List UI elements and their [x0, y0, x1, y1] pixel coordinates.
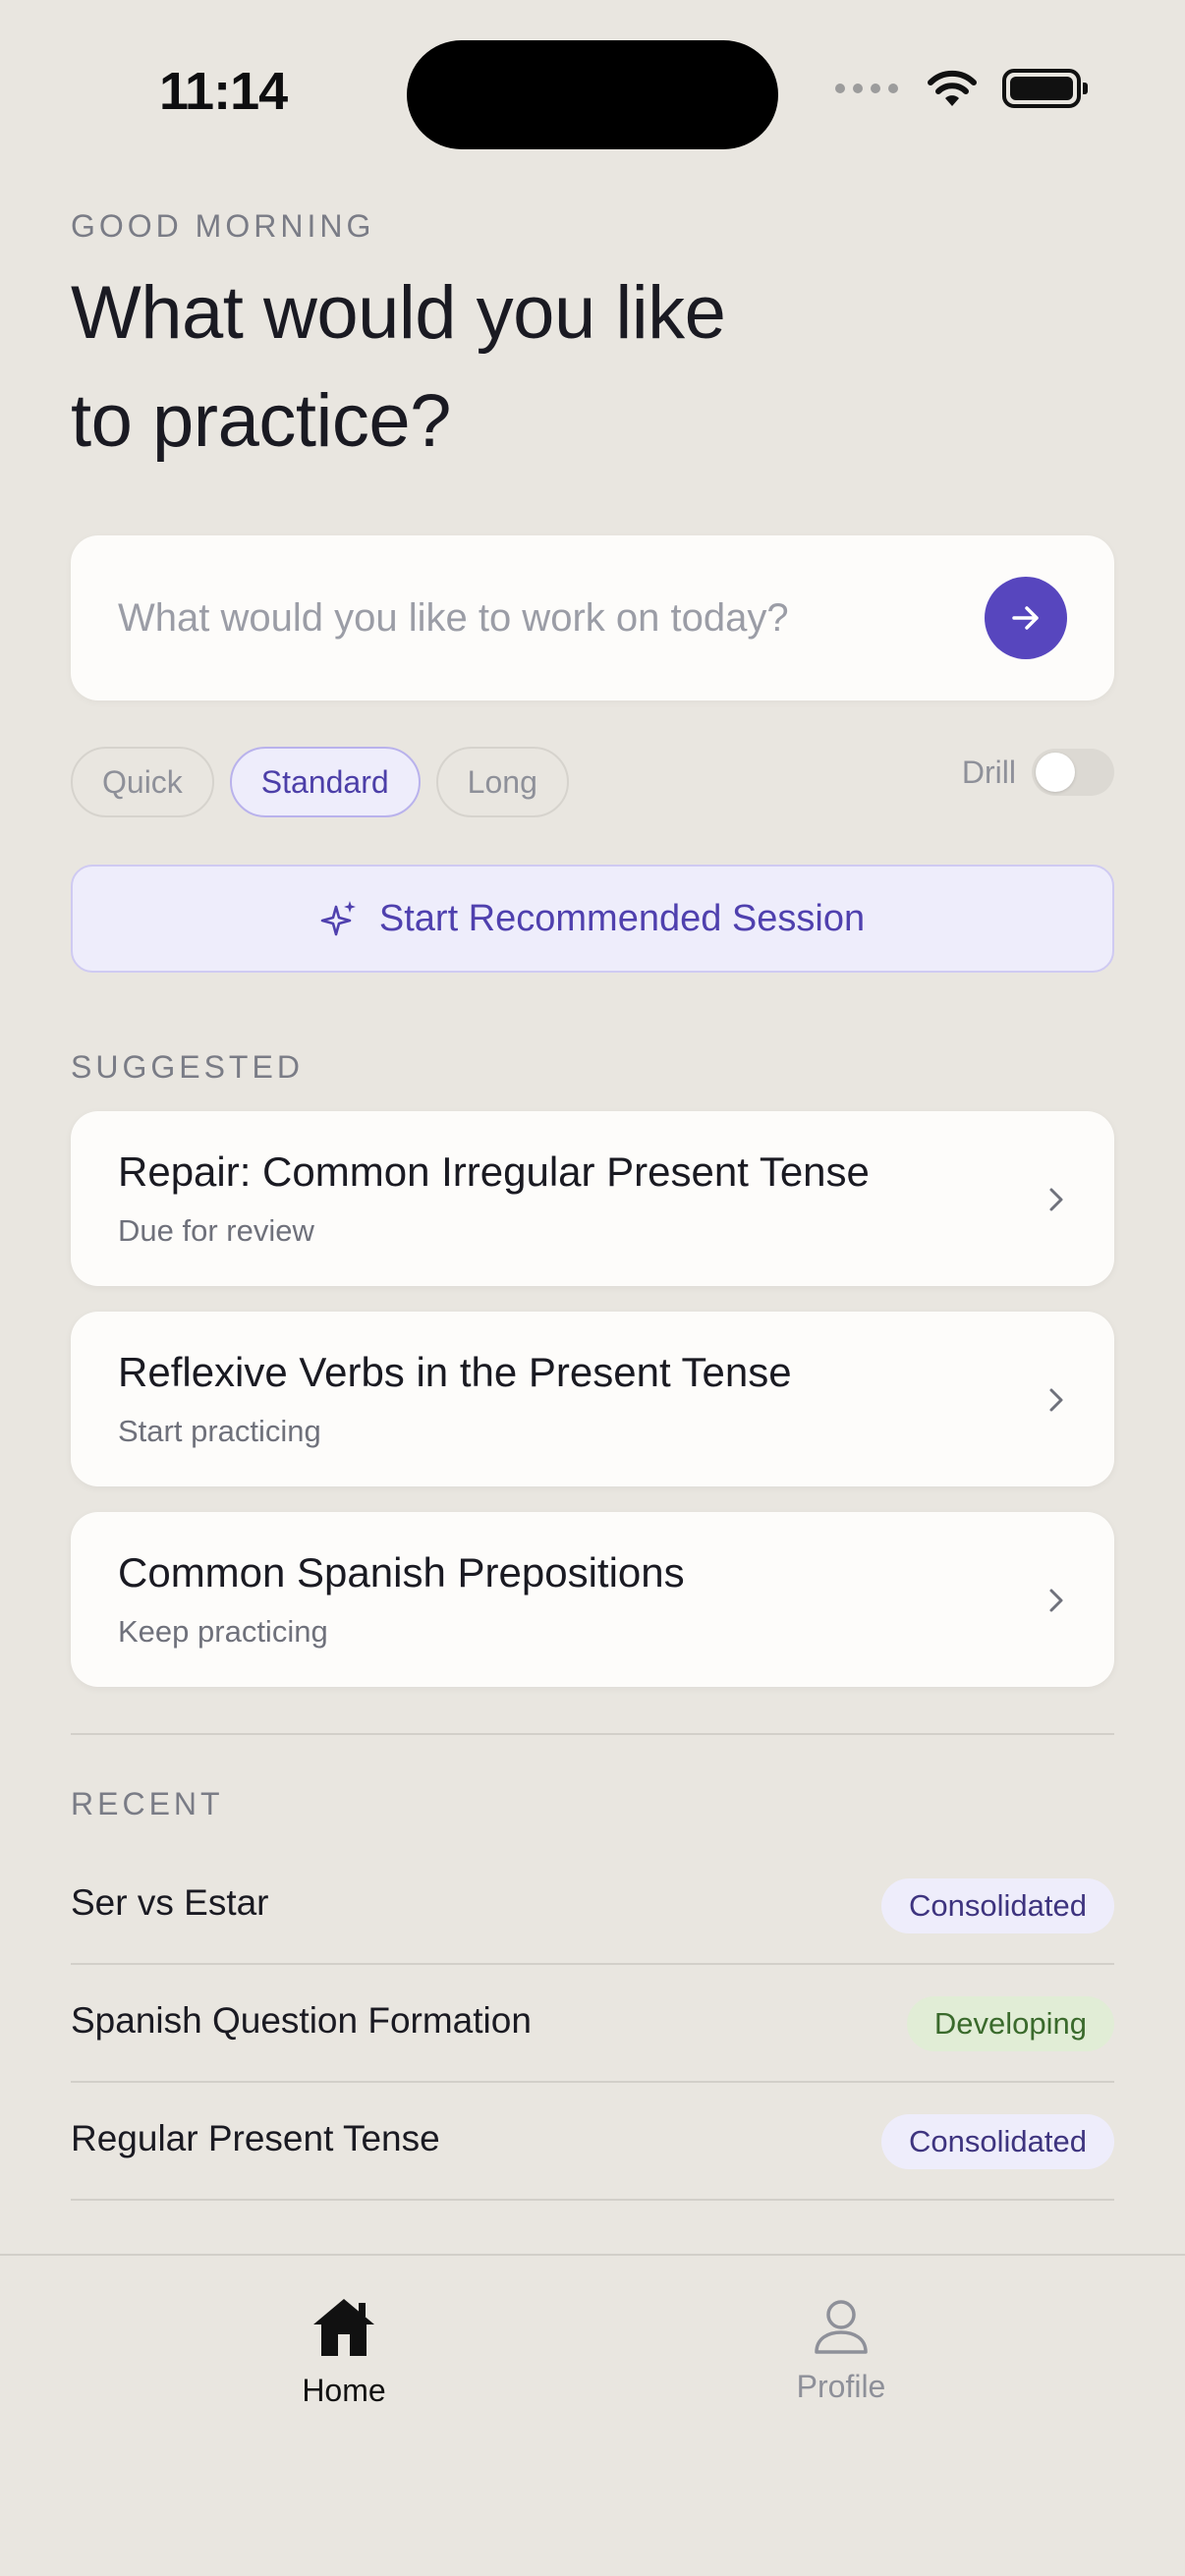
drill-toggle-group: Drill	[962, 749, 1114, 796]
tab-profile[interactable]: Profile	[733, 2295, 949, 2405]
suggested-card-title: Reflexive Verbs in the Present Tense	[118, 1349, 792, 1395]
greeting-label: GOOD MORNING	[71, 208, 375, 244]
suggested-card[interactable]: Repair: Common Irregular Present Tense D…	[71, 1111, 1114, 1286]
chevron-right-icon	[1049, 1188, 1063, 1211]
cellular-signal-icon	[835, 84, 898, 93]
status-badge: Consolidated	[881, 1878, 1114, 1933]
suggested-card-title: Repair: Common Irregular Present Tense	[118, 1148, 870, 1195]
length-option-quick[interactable]: Quick	[71, 747, 214, 817]
suggested-card[interactable]: Reflexive Verbs in the Present Tense Sta…	[71, 1312, 1114, 1486]
recent-list-item[interactable]: Regular Present Tense Consolidated	[71, 2083, 1114, 2201]
recent-item-title: Ser vs Estar	[71, 1882, 269, 1923]
topic-input-card	[71, 535, 1114, 700]
recent-item-title: Spanish Question Formation	[71, 2000, 532, 2041]
chevron-right-icon	[1049, 1589, 1063, 1612]
length-option-long[interactable]: Long	[435, 747, 569, 817]
drill-label: Drill	[961, 754, 1016, 790]
recent-item-title: Regular Present Tense	[71, 2118, 440, 2158]
status-time: 11:14	[159, 62, 288, 121]
wifi-icon	[928, 70, 977, 106]
suggested-card-subtitle: Due for review	[118, 1213, 314, 1248]
suggested-card-subtitle: Keep practicing	[118, 1614, 328, 1649]
home-icon	[313, 2299, 374, 2356]
row-divider	[71, 2199, 1114, 2201]
status-badge: Developing	[906, 1996, 1114, 2051]
suggested-card[interactable]: Common Spanish Prepositions Keep practic…	[71, 1512, 1114, 1687]
tab-bar: Home Profile	[0, 2254, 1185, 2576]
recommend-button-label: Start Recommended Session	[378, 897, 866, 939]
suggested-card-title: Common Spanish Prepositions	[118, 1549, 685, 1596]
battery-icon	[1002, 69, 1088, 108]
status-badge: Consolidated	[881, 2114, 1114, 2169]
drill-toggle[interactable]	[1032, 749, 1114, 796]
tab-home[interactable]: Home	[236, 2295, 452, 2409]
chevron-right-icon	[1049, 1388, 1063, 1412]
submit-topic-button[interactable]	[985, 577, 1067, 659]
sparkle-icon	[320, 901, 356, 936]
section-divider	[71, 1733, 1114, 1735]
recent-list-item[interactable]: Spanish Question Formation Developing	[71, 1965, 1114, 2083]
tab-home-label: Home	[302, 2373, 386, 2408]
toggle-knob	[1036, 753, 1075, 792]
status-indicators	[835, 69, 1088, 108]
length-option-standard[interactable]: Standard	[229, 747, 421, 817]
page-title: What would you like to practice?	[71, 271, 726, 463]
profile-icon	[815, 2300, 868, 2354]
recent-section-label: RECENT	[71, 1786, 224, 1821]
tab-profile-label: Profile	[796, 2369, 886, 2404]
session-length-options: Quick Standard Long	[71, 747, 569, 817]
start-recommended-session-button[interactable]: Start Recommended Session	[71, 865, 1114, 973]
suggested-card-subtitle: Start practicing	[118, 1414, 321, 1448]
arrow-right-icon	[1012, 606, 1039, 630]
topic-input[interactable]	[118, 587, 963, 649]
recent-list-item[interactable]: Ser vs Estar Consolidated	[71, 1847, 1114, 1965]
home-screen: 11:14 GOOD MORNING What would you like t…	[0, 0, 1185, 2576]
suggested-section-label: SUGGESTED	[71, 1049, 304, 1085]
dynamic-island	[407, 40, 778, 149]
